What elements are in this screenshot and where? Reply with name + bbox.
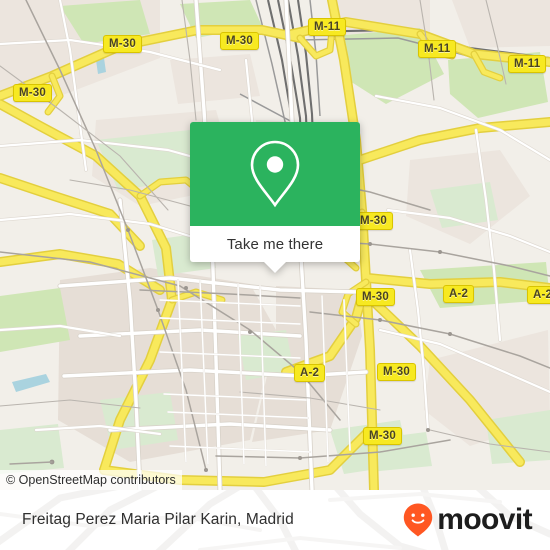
road-shield: M-30: [363, 427, 403, 445]
popup-tail: [264, 262, 286, 273]
road-shield: M-11: [418, 40, 457, 58]
moovit-wordmark: moovit: [437, 503, 532, 536]
popup-body: Take me there: [190, 122, 360, 262]
osm-attribution[interactable]: © OpenStreetMap contributors: [0, 470, 182, 490]
map-canvas[interactable]: .park { fill:#cfe6b5; } .park2 { fill:#d…: [0, 0, 550, 490]
moovit-logo[interactable]: moovit: [403, 490, 533, 550]
road-shield: M-11: [508, 55, 547, 73]
road-shield: M-30: [13, 84, 53, 102]
place-popup-card[interactable]: Take me there: [190, 122, 360, 273]
road-shield: A-2: [294, 364, 326, 382]
take-me-there-button[interactable]: Take me there: [190, 226, 360, 262]
place-title: Freitag Perez Maria Pilar Karin, Madrid: [22, 511, 294, 528]
road-shield: M-11: [308, 18, 347, 36]
moovit-pin-smiley-icon: [404, 503, 433, 537]
road-shield: A-2: [443, 285, 475, 303]
road-shield: M-30: [103, 35, 143, 53]
footer-bar: Freitag Perez Maria Pilar Karin, Madrid …: [0, 490, 550, 550]
road-shield: M-30: [377, 363, 417, 381]
road-shield: M-30: [220, 32, 260, 50]
road-shield: M-30: [356, 288, 396, 306]
moovit-place-card: .park { fill:#cfe6b5; } .park2 { fill:#d…: [0, 0, 550, 550]
popup-image-area: [190, 122, 360, 226]
road-shield: A-2: [527, 286, 550, 304]
map-pin-icon: [250, 140, 300, 208]
